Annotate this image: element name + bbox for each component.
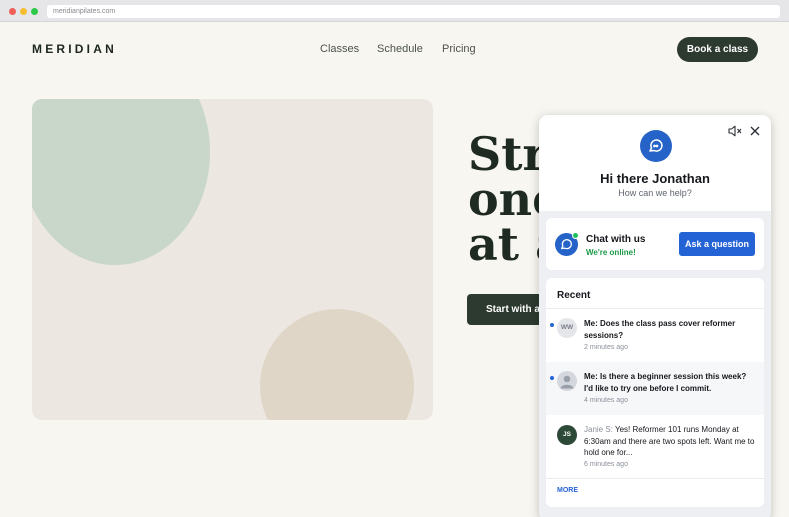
conversation-time: 6 minutes ago	[584, 461, 628, 468]
browser-toolbar: meridianpilates.com	[0, 0, 789, 22]
avatar	[557, 371, 577, 391]
avatar: WW	[557, 318, 577, 338]
widget-subtitle: How can we help?	[618, 188, 692, 198]
nav-classes[interactable]: Classes	[320, 43, 359, 55]
conversation-item[interactable]: JS Janie S: Yes! Reformer 101 runs Monda…	[546, 416, 764, 478]
maximize-window-button[interactable]	[31, 8, 38, 15]
chat-widget: Hi there Jonathan How can we help? Chat …	[539, 115, 771, 517]
conversation-preview: Me: Is there a beginner session this wee…	[584, 372, 747, 393]
online-indicator	[572, 232, 579, 239]
nav-pricing[interactable]: Pricing	[442, 43, 476, 55]
unread-dot	[550, 376, 554, 380]
chat-bubbles-icon	[560, 239, 572, 250]
nav-schedule[interactable]: Schedule	[377, 43, 423, 55]
site-logo[interactable]: MERIDIAN	[32, 42, 117, 56]
conversation-preview: Me: Does the class pass cover reformer s…	[584, 319, 736, 340]
website-page: MERIDIAN Classes Schedule Pricing Book a…	[0, 22, 789, 517]
avatar: JS	[557, 425, 577, 445]
chat-title: Chat with us	[586, 234, 646, 245]
conversation-time: 2 minutes ago	[584, 344, 628, 351]
minimize-window-button[interactable]	[20, 8, 27, 15]
support-avatar	[640, 130, 672, 162]
mute-icon[interactable]	[728, 125, 742, 137]
person-icon	[560, 375, 574, 389]
book-class-button[interactable]: Book a class	[677, 37, 758, 62]
hero-image	[32, 99, 433, 420]
close-icon[interactable]	[749, 125, 761, 137]
message-author: Janie S:	[584, 425, 613, 434]
recent-heading: Recent	[557, 290, 591, 301]
close-window-button[interactable]	[9, 8, 16, 15]
ask-question-button[interactable]: Ask a question	[679, 232, 755, 256]
more-link[interactable]: MORE	[557, 487, 578, 494]
conversation-item[interactable]: Me: Is there a beginner session this wee…	[546, 362, 764, 415]
chat-bubbles-icon	[649, 139, 663, 152]
unread-dot	[550, 323, 554, 327]
chat-with-us-card[interactable]: Chat with us We're online! Ask a questio…	[546, 218, 764, 270]
divider	[546, 478, 764, 479]
conversation-item[interactable]: WW Me: Does the class pass cover reforme…	[546, 309, 764, 361]
decorative-circle-green	[32, 99, 210, 265]
online-status: We're online!	[586, 248, 636, 257]
recent-conversations: Recent WW Me: Does the class pass cover …	[546, 278, 764, 507]
conversation-time: 4 minutes ago	[584, 397, 628, 404]
widget-header: Hi there Jonathan How can we help?	[539, 115, 771, 211]
conversation-preview: Janie S: Yes! Reformer 101 runs Monday a…	[584, 424, 756, 459]
address-bar[interactable]: meridianpilates.com	[47, 5, 780, 18]
widget-greeting: Hi there Jonathan	[600, 171, 710, 186]
decorative-circle-sand	[260, 309, 414, 420]
